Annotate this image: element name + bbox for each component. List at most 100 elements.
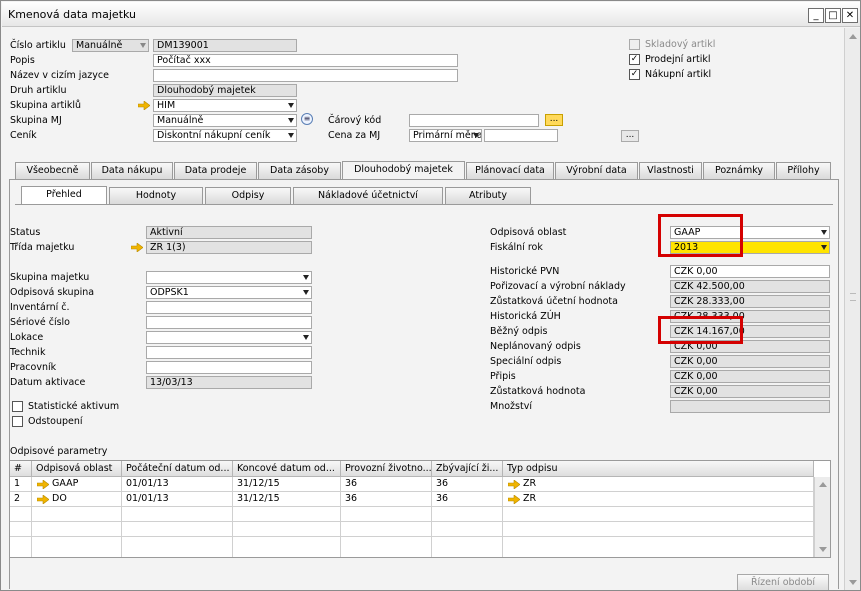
apc-field: CZK 42.500,00 (670, 280, 830, 293)
row-useful-life[interactable]: 36 (341, 477, 432, 492)
inventory-no-field[interactable] (146, 301, 312, 314)
row-depr-type[interactable]: ZR (503, 477, 814, 492)
col-header-remaining-life[interactable]: Zbývající ži... (432, 461, 503, 477)
serial-no-field[interactable] (146, 316, 312, 329)
statistical-asset-label: Statistické aktivum (28, 401, 120, 412)
hist-apc-field[interactable]: CZK 0,00 (670, 265, 830, 278)
fiscal-year-label: Fiskální rok (490, 242, 543, 253)
row-remaining-life[interactable]: 36 (432, 477, 503, 492)
subtab-overview[interactable]: Přehled (21, 186, 107, 204)
subtab-cost-accounting[interactable]: Nákladové účetnictví (293, 187, 443, 204)
table-scrollbar[interactable] (814, 477, 830, 557)
price-list-select[interactable]: Diskontní nákupní ceník (153, 129, 297, 142)
item-no-field[interactable]: DM139001 (153, 39, 297, 52)
foreign-name-field[interactable] (153, 69, 458, 82)
retired-checkbox[interactable] (12, 416, 23, 427)
tab-inventory[interactable]: Data zásoby (258, 162, 341, 179)
uom-group-select[interactable]: Manuálně (153, 114, 297, 127)
price-uom-type-select[interactable]: Primární měna (409, 129, 482, 142)
col-header-end-date[interactable]: Koncové datum od... (233, 461, 341, 477)
scroll-up-icon[interactable] (819, 482, 827, 487)
link-arrow-icon[interactable] (508, 495, 520, 504)
tab-remarks[interactable]: Poznámky (703, 162, 775, 179)
row-end-date[interactable]: 31/12/15 (233, 492, 341, 507)
annotation-highlight-depr-area (658, 214, 743, 257)
subtab-values[interactable]: Hodnoty (109, 187, 203, 204)
sales-item-checkbox[interactable]: ✓ (629, 54, 640, 65)
subtab-attributes[interactable]: Atributy (445, 187, 531, 204)
scroll-grip-icon[interactable] (850, 293, 856, 301)
writeup-label: Připis (490, 371, 516, 382)
purchase-item-checkbox[interactable]: ✓ (629, 69, 640, 80)
item-group-select[interactable]: HIM (153, 99, 297, 112)
empty-cell (32, 537, 122, 557)
tab-properties[interactable]: Vlastnosti (639, 162, 702, 179)
employee-field[interactable] (146, 361, 312, 374)
inventory-item-label: Skladový artikl (645, 39, 716, 50)
technician-field[interactable] (146, 346, 312, 359)
employee-label: Pracovník (10, 362, 57, 373)
tab-fixed-asset[interactable]: Dlouhodobý majetek (342, 161, 465, 180)
asset-master-data-window: Kmenová data majetku _ □ ✕ Číslo artiklu… (0, 0, 861, 591)
col-header-depr-type[interactable]: Typ odpisu (503, 461, 814, 477)
row-remaining-life[interactable]: 36 (432, 492, 503, 507)
row-area[interactable]: GAAP (32, 477, 122, 492)
price-uom-label: Cena za MJ (328, 130, 381, 141)
uom-details-icon[interactable]: ≡ (301, 113, 313, 125)
link-arrow-icon[interactable] (138, 101, 150, 110)
link-arrow-icon[interactable] (37, 480, 49, 489)
salvage-label: Zůstatková hodnota (490, 386, 586, 397)
asset-group-select[interactable] (146, 271, 312, 284)
link-arrow-icon[interactable] (37, 495, 49, 504)
item-no-mode[interactable]: Manuálně (72, 39, 149, 52)
row-useful-life[interactable]: 36 (341, 492, 432, 507)
tab-attachments[interactable]: Přílohy (776, 162, 831, 179)
description-field[interactable]: Počítač xxx (153, 54, 458, 67)
period-control-button[interactable]: Řízení období (737, 574, 829, 590)
barcode-field[interactable] (409, 114, 539, 127)
minimize-button[interactable]: _ (808, 8, 824, 23)
item-type-field: Dlouhodobý majetek (153, 84, 297, 97)
close-button[interactable]: ✕ (842, 8, 858, 23)
scroll-down-icon[interactable] (819, 547, 827, 552)
window-scrollbar[interactable] (844, 28, 860, 590)
depr-group-select[interactable]: ODPSK1 (146, 286, 312, 299)
col-header-start-date[interactable]: Počáteční datum od... (122, 461, 233, 477)
row-start-date[interactable]: 01/01/13 (122, 492, 233, 507)
maximize-button[interactable]: □ (825, 8, 841, 23)
barcode-browse-button[interactable]: ... (545, 114, 563, 126)
link-arrow-icon[interactable] (508, 480, 520, 489)
row-start-date[interactable]: 01/01/13 (122, 477, 233, 492)
row-area[interactable]: DO (32, 492, 122, 507)
subtab-divider (15, 204, 833, 205)
location-select[interactable] (146, 331, 312, 344)
row-end-date[interactable]: 31/12/15 (233, 477, 341, 492)
sales-item-label: Prodejní artikl (645, 54, 711, 65)
scroll-up-icon[interactable] (849, 34, 857, 39)
asset-class-label: Třída majetku (10, 242, 75, 253)
location-label: Lokace (10, 332, 44, 343)
empty-cell (233, 507, 341, 522)
depr-area-label: Odpisová oblast (490, 227, 567, 238)
empty-cell (503, 522, 814, 537)
scroll-down-icon[interactable] (849, 580, 857, 585)
tab-production[interactable]: Výrobní data (555, 162, 638, 179)
statistical-asset-checkbox[interactable] (12, 401, 23, 412)
price-uom-field[interactable] (484, 129, 558, 142)
subtab-depreciation[interactable]: Odpisy (205, 187, 291, 204)
link-arrow-icon[interactable] (131, 243, 143, 252)
status-field: Aktivní (146, 226, 312, 239)
tab-purchasing[interactable]: Data nákupu (91, 162, 173, 179)
params-title: Odpisové parametry (10, 446, 108, 457)
empty-cell (432, 522, 503, 537)
col-header-useful-life[interactable]: Provozní životno... (341, 461, 432, 477)
tab-sales[interactable]: Data prodeje (174, 162, 257, 179)
row-depr-type[interactable]: ZR (503, 492, 814, 507)
special-depr-label: Speciální odpis (490, 356, 562, 367)
col-header-area[interactable]: Odpisová oblast (32, 461, 122, 477)
tab-general[interactable]: Všeobecně (15, 162, 90, 179)
tab-planning[interactable]: Plánovací data (466, 162, 554, 179)
col-header-number[interactable]: # (10, 461, 32, 477)
price-uom-browse-button[interactable]: ... (621, 130, 639, 142)
inventory-item-checkbox[interactable] (629, 39, 640, 50)
